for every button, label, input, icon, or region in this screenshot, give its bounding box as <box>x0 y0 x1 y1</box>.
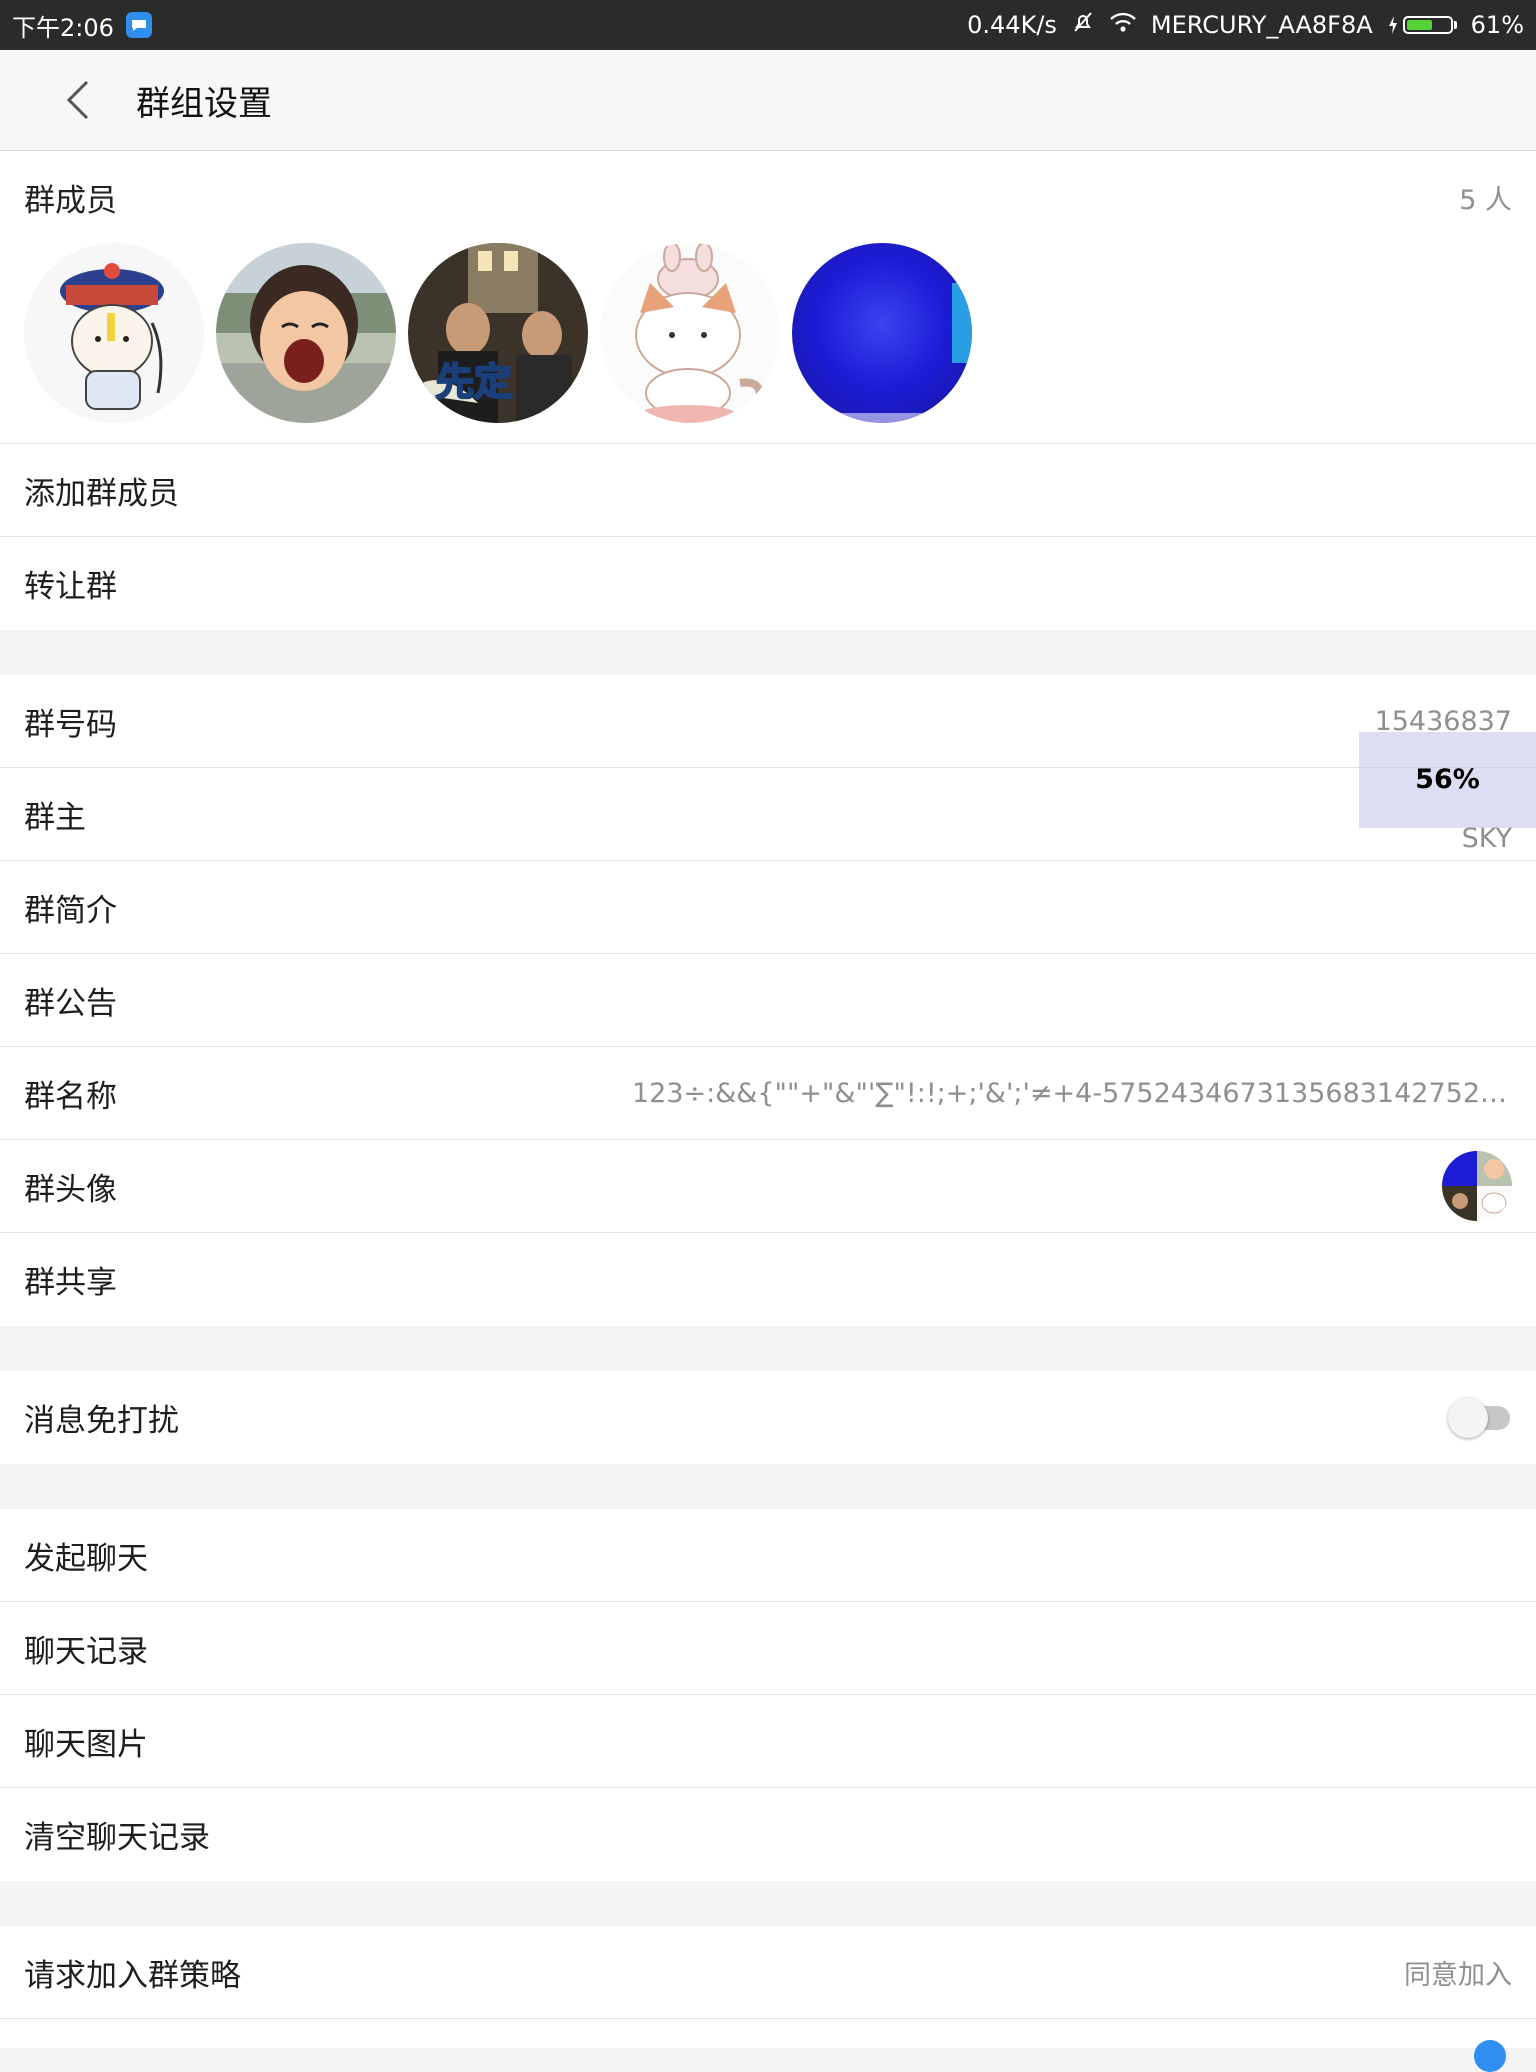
dnd-toggle[interactable] <box>1448 1397 1512 1438</box>
group-avatar-thumbnail[interactable] <box>1442 1151 1512 1221</box>
group-owner-label: 群主 <box>24 799 86 836</box>
title-bar: 群组设置 <box>0 50 1536 151</box>
member-actions-section: 添加群成员 转让群 <box>0 444 1536 630</box>
members-label: 群成员 <box>24 182 117 219</box>
friends-photo-avatar: 先定 <box>408 243 588 423</box>
group-intro-label: 群简介 <box>24 892 117 929</box>
start-chat-row[interactable]: 发起聊天 <box>0 1509 1536 1602</box>
group-avatar-row[interactable]: 群头像 <box>0 1140 1536 1233</box>
member-avatar[interactable] <box>24 243 204 423</box>
members-header[interactable]: 群成员 5 人 <box>0 151 1536 243</box>
battery-percent: 61% <box>1470 11 1524 39</box>
back-button[interactable] <box>38 60 118 140</box>
dnd-section: 消息免打扰 <box>0 1371 1536 1464</box>
add-member-row[interactable]: 添加群成员 <box>0 444 1536 537</box>
network-speed: 0.44K/s <box>967 11 1057 39</box>
battery-icon <box>1387 15 1457 35</box>
clear-history-row[interactable]: 清空聊天记录 <box>0 1788 1536 1881</box>
group-notice-label: 群公告 <box>24 985 117 1022</box>
svg-text:先定: 先定 <box>436 360 512 404</box>
member-avatar[interactable] <box>600 243 780 423</box>
wifi-icon <box>1109 11 1137 39</box>
chat-images-label: 聊天图片 <box>24 1726 148 1763</box>
clear-history-label: 清空聊天记录 <box>24 1820 210 1856</box>
member-avatar[interactable] <box>792 243 972 423</box>
join-policy-label: 请求加入群策略 <box>24 1957 241 1994</box>
group-info-section: 群号码 15436837 群主 SKY 群简介 群公告 群名称 123÷:&&{… <box>0 675 1536 1326</box>
dnd-row: 消息免打扰 <box>0 1371 1536 1464</box>
start-chat-label: 发起聊天 <box>24 1540 148 1577</box>
group-number-label: 群号码 <box>24 706 117 743</box>
join-policy-value: 同意加入 <box>1404 1959 1512 1991</box>
group-name-label: 群名称 <box>24 1078 117 1115</box>
group-intro-row[interactable]: 群简介 <box>0 861 1536 954</box>
wifi-name: MERCURY_AA8F8A <box>1150 11 1373 39</box>
group-owner-row[interactable]: 群主 SKY <box>0 768 1536 861</box>
group-name-value: 123÷:&&{""+"&"'∑"!:!;+;'&';'≠+4-57524346… <box>632 1077 1512 1109</box>
member-avatar-list: 先定 <box>0 243 1536 443</box>
qing-official-cartoon-avatar <box>24 243 204 423</box>
progress-overlay-text: 56% <box>1415 764 1480 795</box>
status-time: 下午2:06 <box>12 13 114 42</box>
blue-ocean-avatar <box>792 243 972 423</box>
members-count: 5 人 <box>1459 184 1512 216</box>
cat-bunny-cartoon-avatar <box>600 243 780 423</box>
members-section: 群成员 5 人 先定 <box>0 151 1536 444</box>
chat-images-row[interactable]: 聊天图片 <box>0 1695 1536 1788</box>
progress-overlay: 56% <box>1359 732 1536 828</box>
chevron-left-icon <box>66 80 89 120</box>
chat-section: 发起聊天 聊天记录 聊天图片 清空聊天记录 <box>0 1509 1536 1881</box>
page-title: 群组设置 <box>136 83 272 124</box>
join-policy-section: 请求加入群策略 同意加入 <box>0 1926 1536 2072</box>
chat-history-row[interactable]: 聊天记录 <box>0 1602 1536 1695</box>
group-share-label: 群共享 <box>24 1265 117 1301</box>
transfer-group-label: 转让群 <box>24 569 117 605</box>
group-share-row[interactable]: 群共享 <box>0 1233 1536 1326</box>
member-avatar[interactable]: 先定 <box>408 243 588 423</box>
status-bar: 下午2:06 0.44K/s MERCURY_AA8F8A 61% <box>0 0 1536 50</box>
screaming-child-photo-avatar <box>216 243 396 423</box>
chat-history-label: 聊天记录 <box>24 1633 148 1670</box>
dnd-label: 消息免打扰 <box>24 1403 179 1439</box>
app-notification-icon <box>125 12 152 38</box>
transfer-group-row[interactable]: 转让群 <box>0 537 1536 630</box>
member-avatar[interactable] <box>216 243 396 423</box>
partial-blue-icon <box>1474 2040 1506 2072</box>
group-number-row[interactable]: 群号码 15436837 <box>0 675 1536 768</box>
group-composite-avatar-icon <box>1442 1151 1512 1221</box>
add-member-label: 添加群成员 <box>24 475 179 512</box>
group-avatar-label: 群头像 <box>24 1171 117 1208</box>
join-policy-row[interactable]: 请求加入群策略 同意加入 <box>0 1926 1536 2019</box>
group-notice-row[interactable]: 群公告 <box>0 954 1536 1047</box>
group-name-row[interactable]: 群名称 123÷:&&{""+"&"'∑"!:!;+;'&';'≠+4-5752… <box>0 1047 1536 1140</box>
mute-bell-icon <box>1071 10 1095 40</box>
